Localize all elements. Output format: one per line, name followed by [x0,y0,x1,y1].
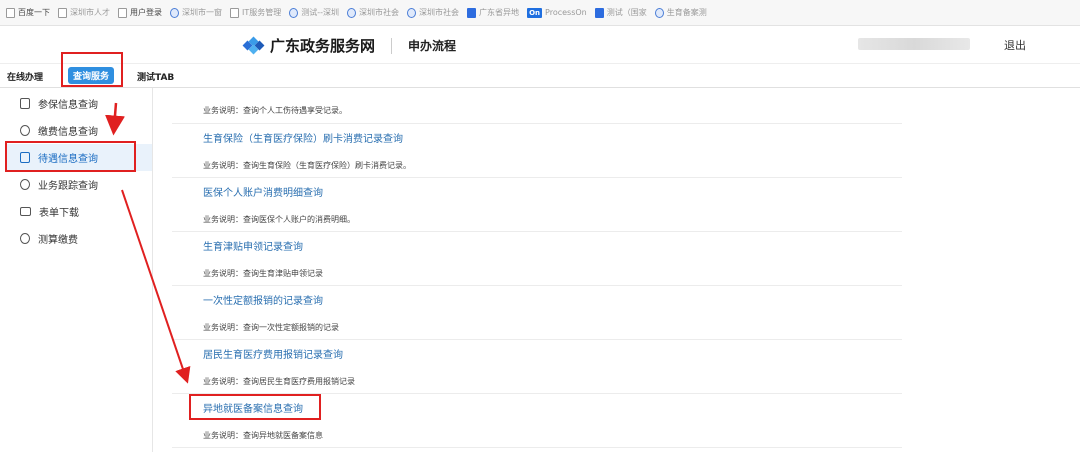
bookmark-10[interactable]: 测试（国家 [594,7,647,18]
form-icon [20,207,31,216]
annotation-box-query-tab [61,52,123,87]
bookmark-6[interactable]: 深圳市社会 [347,7,399,18]
bookmark-4[interactable]: IT服务管理 [230,7,281,18]
page-icon [58,7,67,18]
edit-doc-icon [20,98,30,109]
site-name: 广东政务服务网 [270,38,376,55]
list-item: 一次性定额报销的记录查询 业务说明：查询一次性定额报销的记录 [172,286,902,340]
list-item: 生育津贴申领记录查询 业务说明：查询生育津贴申领记录 [172,232,902,286]
bookmark-label: 深圳市一窗 [182,8,222,17]
query-link[interactable]: 生育保险（生育医疗保险）刷卡消费记录查询 [203,130,403,145]
list-item: 生育保险（生育医疗保险）刷卡消费记录查询 业务说明：查询生育保险（生育医疗保险）… [172,124,902,178]
user-name-blurred [858,38,970,50]
globe-icon [654,7,664,18]
bookmark-label: 广东省异地 [479,8,520,17]
bookmark-3[interactable]: 深圳市一窗 [170,7,222,18]
list-item: 业务说明：查询个人工伤待遇享受记录。 [172,88,902,124]
query-link[interactable]: 医保个人账户消费明细查询 [203,184,323,199]
bookmark-8[interactable]: 广东省异地 [467,7,519,18]
sidebar-item-label: 业务跟踪查询 [38,181,98,192]
bookmark-label: 测试--深圳 [301,8,340,17]
item-description: 业务说明：查询生育保险（生育医疗保险）刷卡消费记录。 [203,161,411,170]
bookmark-label: 深圳市社会 [419,8,460,17]
sidebar-item-label: 参保信息查询 [38,100,98,111]
blue-square-icon [594,7,604,18]
annotation-box-remote-medical [189,394,321,420]
query-link[interactable]: 居民生育医疗费用报销记录查询 [203,346,343,361]
user-money-icon [20,125,30,136]
bookmark-label: IT服务管理 [242,8,282,17]
item-description: 业务说明：查询居民生育医疗费用报销记录 [203,377,355,386]
item-description: 业务说明：查询个人工伤待遇享受记录。 [203,106,347,115]
annotation-box-benefit-item [5,141,136,172]
page-icon [230,7,239,18]
query-link[interactable]: 生育津贴申领记录查询 [203,238,303,253]
page-icon [6,7,15,18]
top-tabs: 在线办理 查询服务 测试TAB [0,64,1080,88]
bookmark-2[interactable]: 用户登录 [118,7,162,18]
globe-icon [170,7,179,18]
bookmarks-bar: 百度一下 深圳市人才 用户登录 深圳市一窗 IT服务管理 测试--深圳 深圳市社… [0,0,1080,26]
page-icon [118,7,127,18]
header-divider [391,37,393,54]
item-description: 业务说明：查询一次性定额报销的记录 [203,323,339,332]
bookmark-0[interactable]: 百度一下 [6,7,50,18]
bookmark-label: 百度一下 [18,8,50,17]
blue-square-icon [467,7,477,18]
bookmark-label: ProcessOn [545,8,587,17]
item-description: 业务说明：查询医保个人账户的消费明细。 [203,215,355,224]
list-item: 居民生育医疗费用报销记录查询 业务说明：查询居民生育医疗费用报销记录 [172,340,902,394]
bookmark-1[interactable]: 深圳市人才 [58,7,110,18]
sidebar-item-label: 缴费信息查询 [38,127,98,138]
item-description: 业务说明：查询生育津贴申领记录 [203,269,323,278]
bookmark-label: 用户登录 [130,8,162,17]
refresh-icon [20,179,30,190]
bookmark-label: 深圳市社会 [359,8,400,17]
bookmark-label: 生育备案测 [666,8,707,17]
globe-icon [407,7,417,18]
sidebar-item-payment-info[interactable]: 缴费信息查询 [6,117,152,144]
sidebar-item-label: 表单下载 [39,208,79,219]
site-logo[interactable]: 广东政务服务网 申办流程 [242,35,457,56]
globe-icon [347,7,357,18]
bookmark-7[interactable]: 深圳市社会 [407,7,459,18]
logo-icon [242,36,265,54]
list-item: 医保个人账户消费明细查询 业务说明：查询医保个人账户的消费明细。 [172,178,902,232]
calc-money-icon [20,233,30,244]
bookmark-11[interactable]: 生育备案测 [654,7,707,18]
item-description: 业务说明：查询异地就医备案信息 [203,431,323,440]
sidebar-item-form-download[interactable]: 表单下载 [6,198,152,225]
bookmark-9[interactable]: On ProcessOn [527,7,587,18]
logout-link[interactable]: 退出 [1004,37,1026,53]
globe-icon [289,7,299,18]
bookmark-label: 测试（国家 [606,8,647,17]
bookmark-5[interactable]: 测试--深圳 [289,7,339,18]
query-link[interactable]: 一次性定额报销的记录查询 [203,292,323,307]
sidebar-item-calc-payment[interactable]: 测算缴费 [6,225,152,252]
sidebar-item-insurance-info[interactable]: 参保信息查询 [6,90,152,117]
tab-test[interactable]: 测试TAB [137,70,174,83]
sidebar-item-label: 测算缴费 [38,235,78,246]
processon-icon: On [527,7,543,18]
sidebar-item-tracking[interactable]: 业务跟踪查询 [6,171,152,198]
bookmark-label: 深圳市人才 [70,8,110,17]
site-header: 广东政务服务网 申办流程 退出 [0,26,1080,64]
tab-online[interactable]: 在线办理 [7,70,43,83]
page-subtitle: 申办流程 [408,39,457,53]
